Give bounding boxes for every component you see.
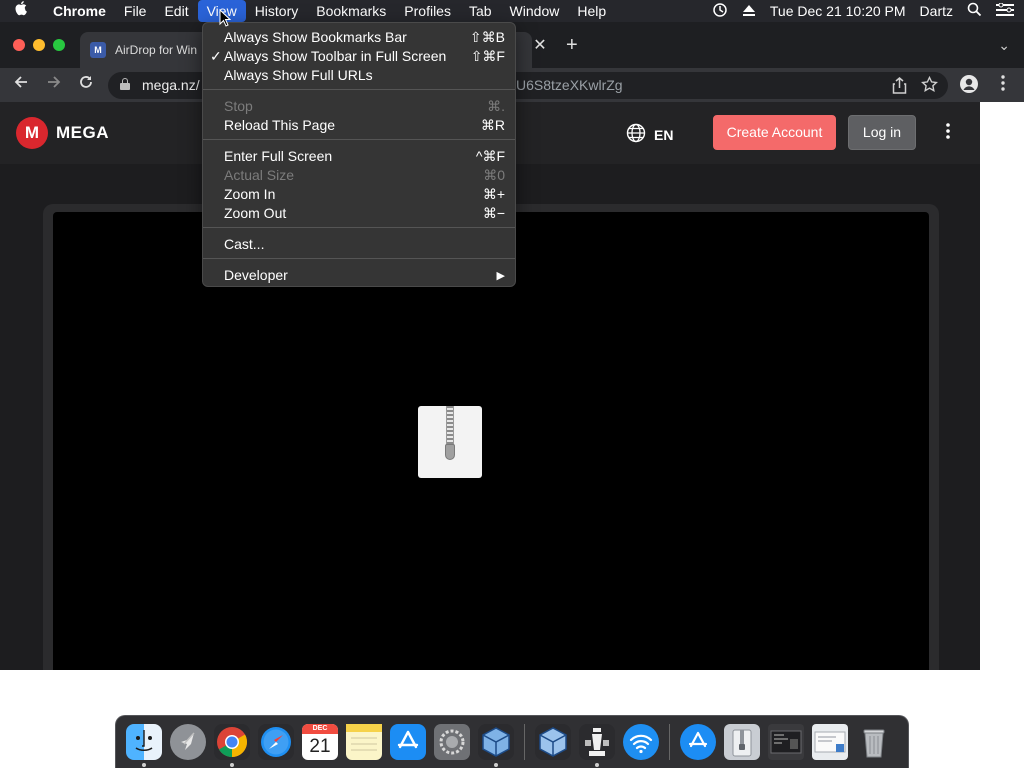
menu-profiles[interactable]: Profiles bbox=[395, 0, 460, 22]
menu-edit[interactable]: Edit bbox=[155, 0, 197, 22]
dock-separator bbox=[669, 724, 670, 760]
menu-item-always-show-bookmarks-bar[interactable]: Always Show Bookmarks Bar ⇧⌘B bbox=[203, 27, 515, 46]
reload-icon[interactable] bbox=[75, 74, 97, 96]
url-host: mega.nz/ bbox=[142, 77, 200, 93]
menu-item-developer[interactable]: Developer ▶ bbox=[203, 265, 515, 284]
profile-avatar-icon[interactable] bbox=[958, 74, 980, 96]
url-path: U6S8tzeXKwlrZg bbox=[516, 77, 623, 93]
control-center-icon[interactable] bbox=[996, 2, 1014, 20]
trash-icon[interactable] bbox=[856, 724, 892, 760]
close-window-button[interactable] bbox=[13, 39, 25, 51]
tab-favicon-icon: M bbox=[90, 42, 106, 58]
menu-help[interactable]: Help bbox=[568, 0, 615, 22]
archive-utility-icon[interactable] bbox=[724, 724, 760, 760]
menu-separator bbox=[203, 89, 515, 90]
calendar-day: 21 bbox=[309, 736, 331, 757]
virtualbox-icon[interactable] bbox=[478, 724, 514, 767]
menu-item-stop: Stop ⌘. bbox=[224, 98, 505, 114]
login-button[interactable]: Log in bbox=[848, 115, 916, 150]
menu-window[interactable]: Window bbox=[501, 0, 569, 22]
menu-file[interactable]: File bbox=[115, 0, 156, 22]
eject-icon[interactable] bbox=[742, 3, 756, 20]
language-code: EN bbox=[654, 126, 674, 143]
menu-item-reload-page[interactable]: Reload This Page ⌘R bbox=[203, 115, 515, 134]
zip-archive-icon bbox=[418, 406, 482, 478]
menu-item-enter-full-screen[interactable]: Enter Full Screen ^⌘F bbox=[203, 146, 515, 165]
menu-bar: Chrome File Edit View History Bookmarks … bbox=[0, 0, 1024, 22]
more-options-icon[interactable] bbox=[940, 122, 956, 144]
menu-separator bbox=[203, 227, 515, 228]
submenu-arrow-icon: ▶ bbox=[496, 270, 505, 282]
tab-title: AirDrop for Win bbox=[115, 43, 198, 57]
menu-item-always-show-full-urls[interactable]: Always Show Full URLs bbox=[203, 65, 515, 84]
globe-icon bbox=[626, 123, 646, 146]
menu-separator bbox=[203, 139, 515, 140]
menu-item-zoom-in[interactable]: Zoom In ⌘+ bbox=[203, 184, 515, 203]
browser-menu-icon[interactable] bbox=[992, 74, 1014, 96]
launchpad-icon[interactable] bbox=[170, 724, 206, 760]
create-account-button[interactable]: Create Account bbox=[713, 115, 836, 150]
close-tab-icon[interactable]: ✕ bbox=[531, 37, 549, 55]
calendar-icon[interactable]: DEC 21 bbox=[302, 724, 338, 760]
chess-icon[interactable] bbox=[579, 724, 615, 767]
time-machine-icon[interactable] bbox=[712, 2, 728, 21]
menubar-clock[interactable]: Tue Dec 21 10:20 PM bbox=[770, 3, 906, 19]
safari-icon[interactable] bbox=[258, 724, 294, 760]
menu-item-actual-size: Actual Size ⌘0 bbox=[224, 167, 505, 183]
share-icon[interactable] bbox=[892, 77, 907, 99]
system-preferences-icon[interactable] bbox=[434, 724, 470, 760]
apple-logo-icon[interactable] bbox=[0, 1, 44, 21]
bookmark-star-icon[interactable] bbox=[921, 75, 938, 98]
checkmark-icon: ✓ bbox=[210, 48, 222, 64]
mega-brand-name[interactable]: MEGA bbox=[56, 123, 109, 143]
notes-icon[interactable] bbox=[346, 724, 382, 760]
zoom-window-button[interactable] bbox=[53, 39, 65, 51]
chrome-icon[interactable] bbox=[214, 724, 250, 767]
menu-bookmarks[interactable]: Bookmarks bbox=[307, 0, 395, 22]
menu-tab[interactable]: Tab bbox=[460, 0, 501, 22]
tab-search-chevron-icon[interactable]: ⌄ bbox=[998, 37, 1010, 54]
menubar-user[interactable]: Dartz bbox=[920, 3, 953, 19]
mega-logo-icon[interactable]: M bbox=[16, 117, 48, 149]
menu-item-cast[interactable]: Cast... bbox=[203, 234, 515, 253]
view-dropdown-menu: Always Show Bookmarks Bar ⇧⌘B ✓ Always S… bbox=[202, 22, 516, 287]
menu-history[interactable]: History bbox=[246, 0, 308, 22]
virtualbox-vm-icon[interactable] bbox=[535, 724, 571, 760]
dock: DEC 21 bbox=[115, 715, 909, 768]
calendar-month: DEC bbox=[302, 724, 338, 734]
lock-icon[interactable] bbox=[120, 78, 130, 90]
menu-separator bbox=[203, 258, 515, 259]
preview-document-icon[interactable] bbox=[812, 724, 848, 760]
forward-arrow-icon[interactable] bbox=[43, 74, 65, 96]
language-selector[interactable]: EN bbox=[626, 123, 673, 146]
menu-chrome[interactable]: Chrome bbox=[44, 0, 115, 22]
app-store-icon[interactable] bbox=[390, 724, 426, 760]
minimize-window-button[interactable] bbox=[33, 39, 45, 51]
spotlight-search-icon[interactable] bbox=[967, 2, 982, 20]
wifi-icon[interactable] bbox=[623, 724, 659, 760]
dock-separator bbox=[524, 724, 525, 760]
app-store-download-icon[interactable] bbox=[680, 724, 716, 760]
finder-icon[interactable] bbox=[126, 724, 162, 767]
menu-item-zoom-out[interactable]: Zoom Out ⌘− bbox=[203, 203, 515, 222]
screenshot-folder-icon[interactable] bbox=[768, 724, 804, 760]
mouse-cursor-icon bbox=[219, 8, 232, 32]
menu-item-always-show-toolbar-full-screen[interactable]: ✓ Always Show Toolbar in Full Screen ⇧⌘F bbox=[203, 46, 515, 65]
back-arrow-icon[interactable] bbox=[10, 74, 32, 96]
new-tab-icon[interactable]: + bbox=[566, 35, 578, 55]
